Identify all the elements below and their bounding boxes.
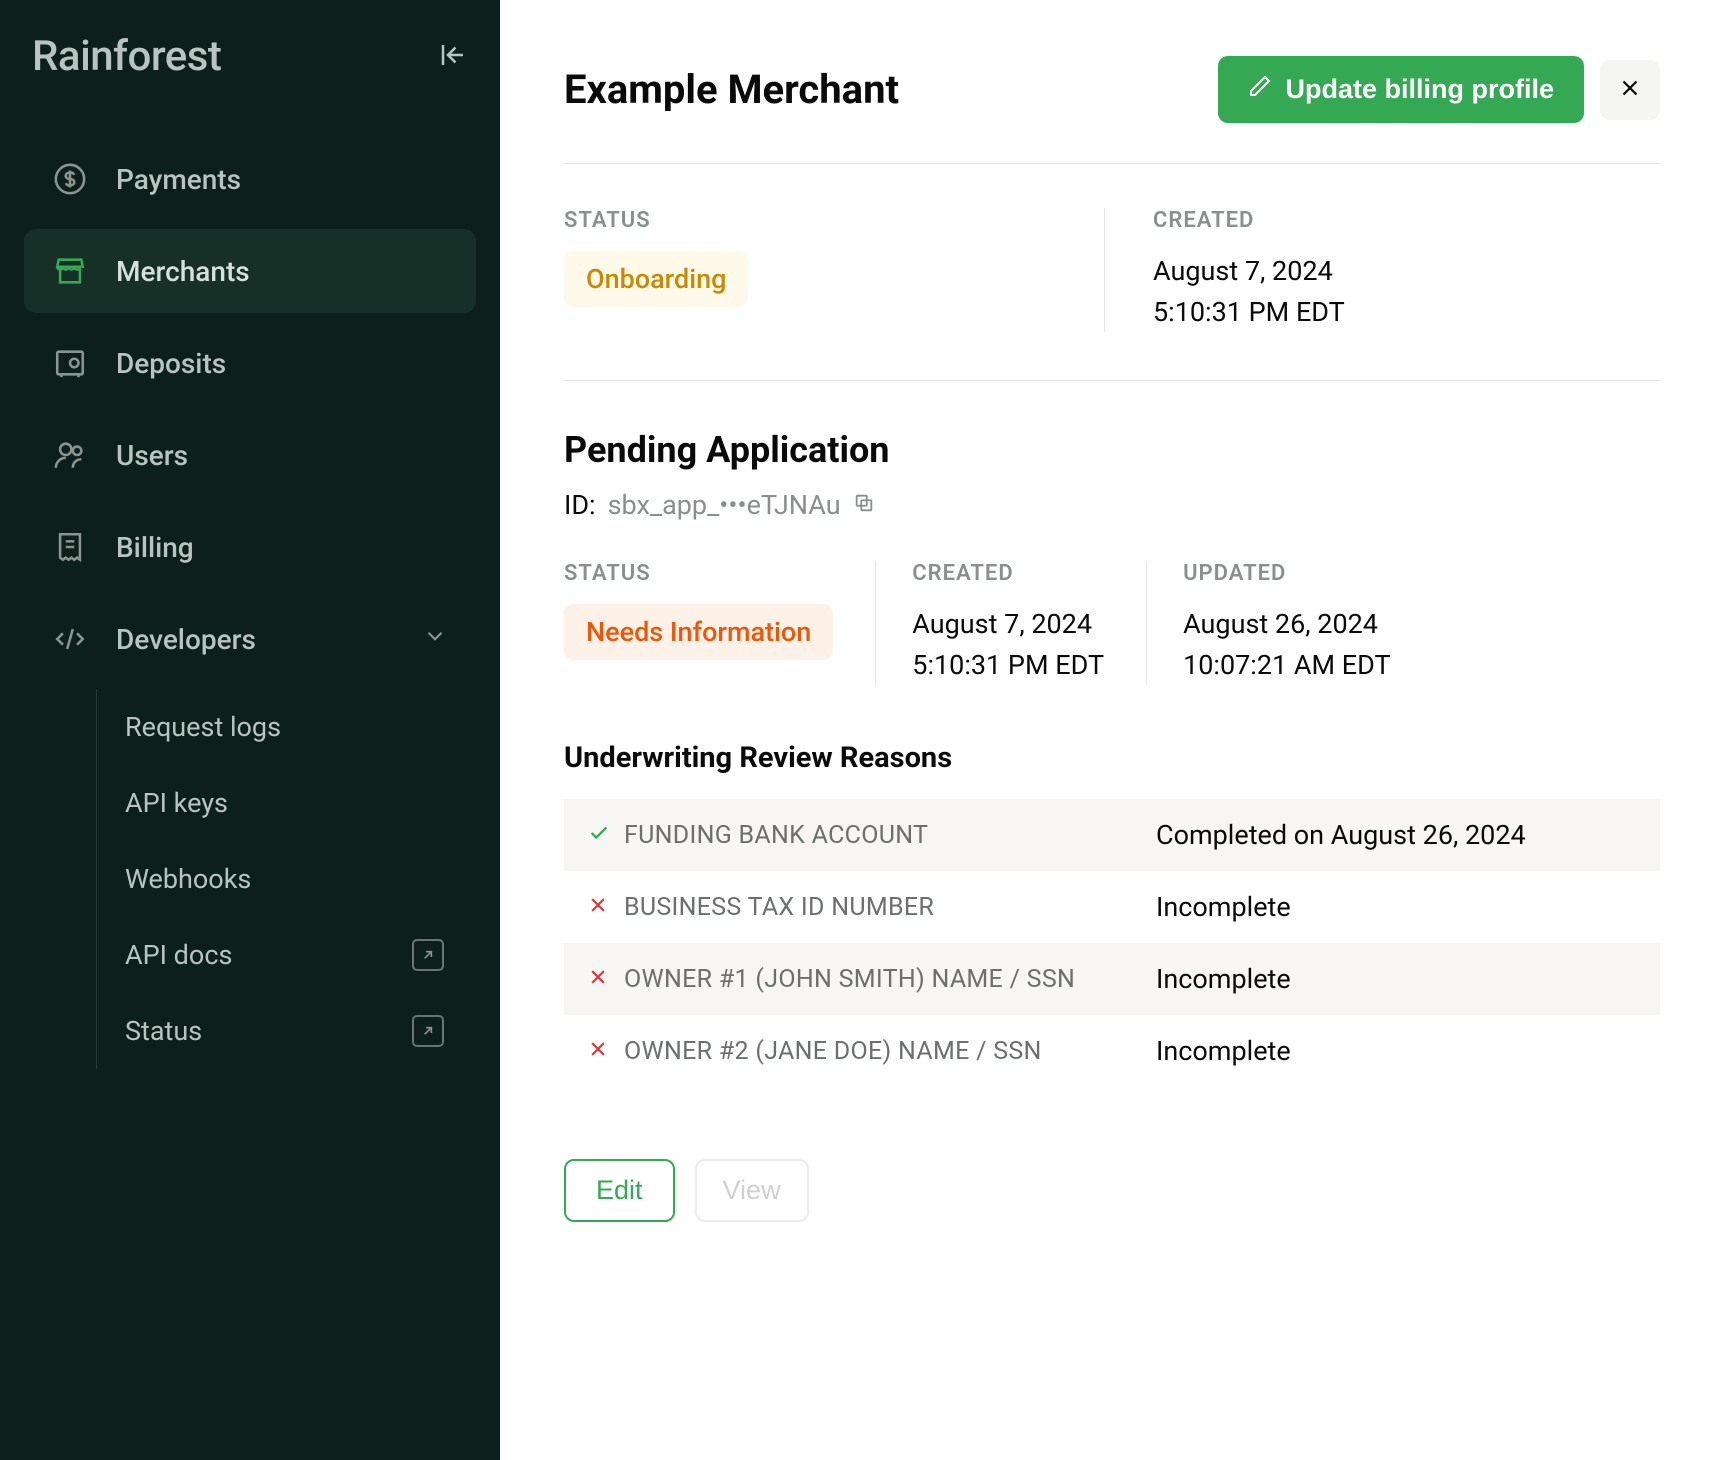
safe-icon bbox=[52, 345, 88, 381]
section-divider bbox=[564, 380, 1660, 381]
review-reasons-title: Underwriting Review Reasons bbox=[564, 741, 1660, 775]
review-reason: BUSINESS TAX ID NUMBER bbox=[624, 893, 1156, 922]
sidebar-item-merchants[interactable]: Merchants bbox=[24, 229, 476, 313]
code-icon bbox=[52, 621, 88, 657]
dollar-circle-icon bbox=[52, 161, 88, 197]
pencil-icon bbox=[1248, 74, 1272, 105]
review-status: Incomplete bbox=[1156, 891, 1636, 923]
review-reason: FUNDING BANK ACCOUNT bbox=[624, 821, 1156, 850]
sidebar-item-users[interactable]: Users bbox=[24, 413, 476, 497]
table-row: OWNER #1 (JOHN SMITH) NAME / SSN Incompl… bbox=[564, 943, 1660, 1015]
subnav-api-keys[interactable]: API keys bbox=[125, 765, 476, 841]
store-icon bbox=[52, 253, 88, 289]
review-status: Incomplete bbox=[1156, 963, 1636, 995]
application-info-row: STATUS Needs Information CREATED August … bbox=[564, 561, 1660, 685]
sidebar-item-label: Payments bbox=[116, 163, 241, 196]
subnav-request-logs[interactable]: Request logs bbox=[125, 689, 476, 765]
created-date: August 7, 2024 bbox=[1153, 251, 1345, 292]
application-id-row: ID: sbx_app_•••eTJNAu bbox=[564, 489, 1660, 521]
app-updated-block: UPDATED August 26, 2024 10:07:21 AM EDT bbox=[1146, 561, 1433, 685]
subnav-status[interactable]: Status bbox=[125, 993, 476, 1069]
table-row: FUNDING BANK ACCOUNT Completed on August… bbox=[564, 799, 1660, 871]
close-icon bbox=[1617, 75, 1643, 104]
page-header: Example Merchant Update billing profile bbox=[564, 56, 1660, 164]
table-row: OWNER #2 (JANE DOE) NAME / SSN Incomplet… bbox=[564, 1015, 1660, 1087]
sidebar-item-label: Users bbox=[116, 439, 188, 472]
update-billing-profile-button[interactable]: Update billing profile bbox=[1218, 56, 1585, 123]
app-updated-date: August 26, 2024 bbox=[1183, 604, 1391, 645]
app-created-block: CREATED August 7, 2024 5:10:31 PM EDT bbox=[875, 561, 1146, 685]
external-link-icon bbox=[412, 1015, 444, 1047]
subnav-label: API keys bbox=[125, 787, 228, 819]
app-created-time: 5:10:31 PM EDT bbox=[912, 645, 1104, 686]
x-icon bbox=[588, 967, 624, 991]
external-link-icon bbox=[412, 939, 444, 971]
sidebar-item-label: Billing bbox=[116, 531, 194, 564]
app-status-block: STATUS Needs Information bbox=[564, 561, 875, 685]
app-created-date: August 7, 2024 bbox=[912, 604, 1104, 645]
subnav-api-docs[interactable]: API docs bbox=[125, 917, 476, 993]
application-id-value: sbx_app_•••eTJNAu bbox=[608, 489, 841, 521]
sidebar-item-deposits[interactable]: Deposits bbox=[24, 321, 476, 405]
subnav-label: Status bbox=[125, 1015, 202, 1047]
pending-application-title: Pending Application bbox=[564, 429, 1660, 471]
header-actions: Update billing profile bbox=[1218, 56, 1661, 123]
close-button[interactable] bbox=[1600, 60, 1660, 120]
brand-logo: Rainforest bbox=[32, 32, 221, 81]
sidebar-header: Rainforest bbox=[24, 32, 476, 81]
x-icon bbox=[588, 895, 624, 919]
app-created-label: CREATED bbox=[912, 561, 1104, 586]
app-status-label: STATUS bbox=[564, 561, 833, 586]
users-icon bbox=[52, 437, 88, 473]
app-status-badge: Needs Information bbox=[564, 604, 833, 660]
developers-subnav: Request logs API keys Webhooks API docs … bbox=[96, 689, 476, 1069]
sidebar-item-label: Deposits bbox=[116, 347, 226, 380]
edit-button[interactable]: Edit bbox=[564, 1159, 675, 1222]
created-label: CREATED bbox=[1153, 208, 1345, 233]
merchant-info-row: STATUS Onboarding CREATED August 7, 2024… bbox=[564, 208, 1660, 332]
sidebar-item-label: Merchants bbox=[116, 255, 250, 288]
status-badge: Onboarding bbox=[564, 251, 748, 307]
review-reason: OWNER #1 (JOHN SMITH) NAME / SSN bbox=[624, 965, 1156, 994]
app-updated-label: UPDATED bbox=[1183, 561, 1391, 586]
receipt-icon bbox=[52, 529, 88, 565]
subnav-label: Request logs bbox=[125, 711, 281, 743]
view-button: View bbox=[695, 1159, 809, 1222]
review-reason: OWNER #2 (JANE DOE) NAME / SSN bbox=[624, 1037, 1156, 1066]
check-icon bbox=[588, 822, 624, 848]
x-icon bbox=[588, 1039, 624, 1063]
sidebar-item-billing[interactable]: Billing bbox=[24, 505, 476, 589]
table-row: BUSINESS TAX ID NUMBER Incomplete bbox=[564, 871, 1660, 943]
app-updated-time: 10:07:21 AM EDT bbox=[1183, 645, 1391, 686]
review-status: Incomplete bbox=[1156, 1035, 1636, 1067]
button-label: Update billing profile bbox=[1286, 74, 1555, 105]
sidebar-item-developers[interactable]: Developers bbox=[24, 597, 476, 681]
chevron-down-icon bbox=[422, 623, 448, 656]
review-status: Completed on August 26, 2024 bbox=[1156, 819, 1636, 851]
collapse-sidebar-icon[interactable] bbox=[438, 40, 468, 74]
review-reasons-table: FUNDING BANK ACCOUNT Completed on August… bbox=[564, 799, 1660, 1087]
page-title: Example Merchant bbox=[564, 66, 899, 113]
status-label: STATUS bbox=[564, 208, 1014, 233]
subnav-label: Webhooks bbox=[125, 863, 251, 895]
sidebar-item-label: Developers bbox=[116, 623, 256, 656]
subnav-webhooks[interactable]: Webhooks bbox=[125, 841, 476, 917]
created-time: 5:10:31 PM EDT bbox=[1153, 292, 1345, 333]
main-content: Example Merchant Update billing profile … bbox=[500, 0, 1724, 1460]
copy-icon[interactable] bbox=[853, 489, 875, 521]
action-row: Edit View bbox=[564, 1159, 1660, 1222]
sidebar-item-payments[interactable]: Payments bbox=[24, 137, 476, 221]
merchant-status-block: STATUS Onboarding bbox=[564, 208, 1104, 332]
merchant-created-block: CREATED August 7, 2024 5:10:31 PM EDT bbox=[1104, 208, 1435, 332]
sidebar: Rainforest Payments Merchants Deposits U… bbox=[0, 0, 500, 1460]
id-label: ID: bbox=[564, 489, 596, 521]
subnav-label: API docs bbox=[125, 939, 232, 971]
